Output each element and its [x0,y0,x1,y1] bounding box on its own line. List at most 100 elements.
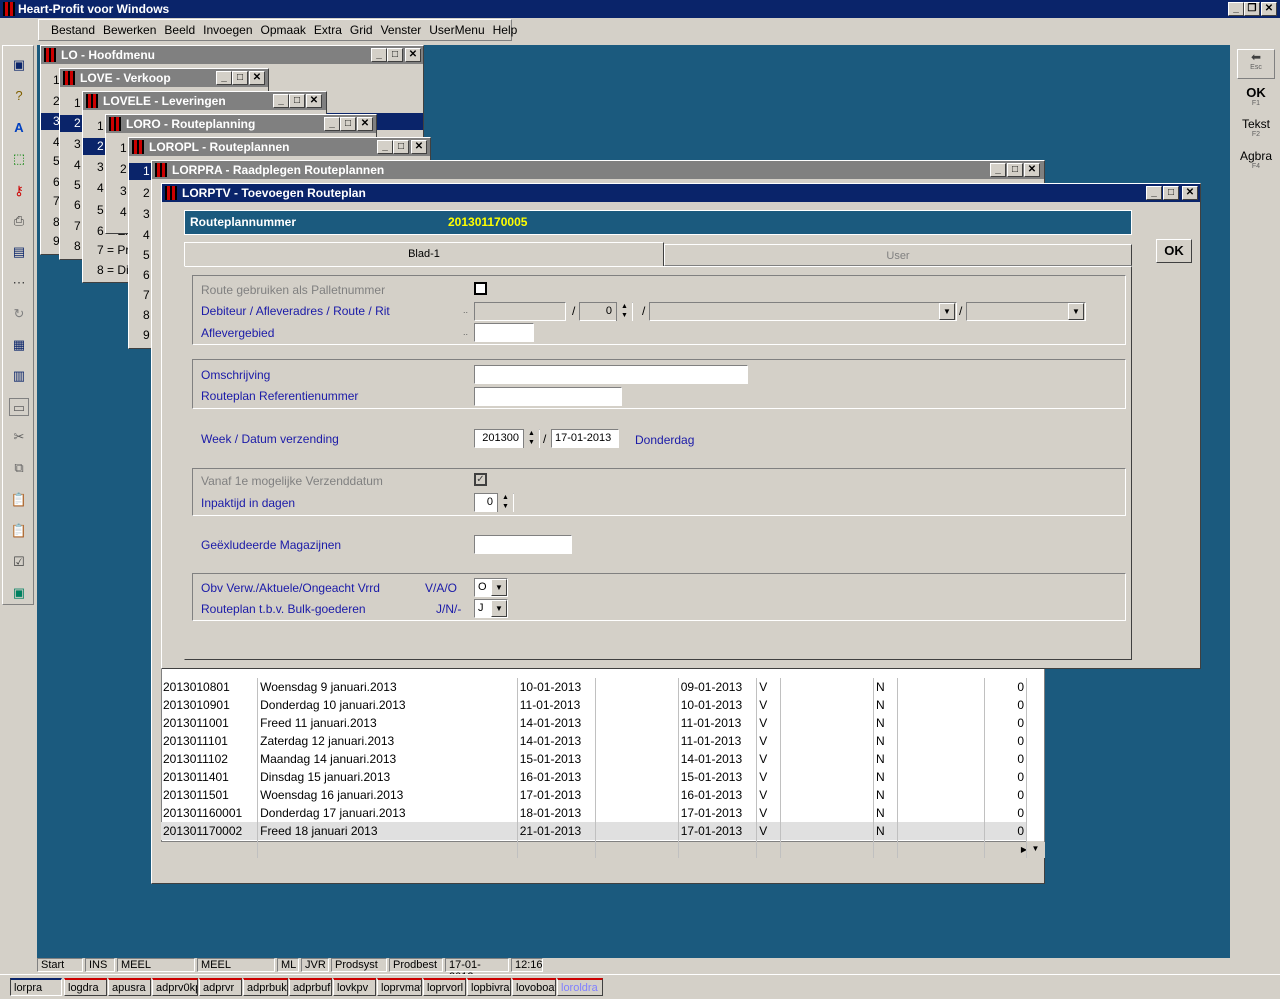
minimize-button[interactable]: _ [377,140,393,154]
route-select[interactable] [649,302,957,321]
close-button[interactable]: ✕ [405,48,421,62]
table-row[interactable]: 2013011102 Maandag 14 januari.2013 15-01-2… [161,750,1028,768]
restore-button[interactable]: ❐ [1244,2,1260,16]
menu-item[interactable]: 1 [120,141,127,155]
paste-special-icon[interactable]: 📋 [9,522,29,540]
task-lovkpv[interactable]: lovkpv [333,978,376,996]
close-button[interactable]: ✕ [1182,186,1198,200]
menu-item[interactable]: 2 [97,139,104,153]
menu-item[interactable]: 4 [74,158,81,172]
rit-dropdown-icon[interactable]: ▼ [1068,303,1084,320]
scroll-down-icon[interactable]: ▼ [1027,841,1044,857]
tab-user[interactable]: User [664,244,1132,266]
menu-item[interactable]: 4 [120,205,127,219]
edit-form-icon[interactable]: ▦ [9,336,29,354]
menu-item[interactable]: 6 [143,268,150,282]
menu-item[interactable]: 4 [143,228,150,242]
maximize-button[interactable]: □ [289,94,305,108]
ok-button[interactable]: OK [1156,239,1192,263]
close-button[interactable]: ✕ [249,71,265,85]
minimize-button[interactable]: _ [216,71,232,85]
table-row[interactable]: 2013011401 Dinsdag 15 januari.2013 16-01-2… [161,768,1028,786]
aflevergebied-field[interactable] [474,323,534,342]
menu-item[interactable]: 3 [97,160,104,174]
close-button[interactable]: ✕ [1261,2,1277,16]
obv-dropdown-icon[interactable]: ▼ [491,579,507,596]
maximize-button[interactable]: □ [1163,186,1179,200]
task-loprvmav[interactable]: loprvmav [377,978,422,996]
help-icon[interactable]: ? [9,87,29,105]
menu-item[interactable]: 5 [143,248,150,262]
debiteur-field[interactable] [474,302,566,321]
menu-item[interactable]: 3 [120,184,127,198]
menu-item[interactable]: 1 [74,96,81,110]
task-adprvr[interactable]: adprvr [199,978,242,996]
menu-item[interactable]: 8 [143,308,150,322]
refresh-icon[interactable]: ↻ [9,305,29,323]
print-icon[interactable]: ⎙ [9,212,29,230]
minimize-button[interactable]: _ [371,48,387,62]
minimize-button[interactable]: _ [324,117,340,131]
geexcludeerde-field[interactable] [474,535,572,554]
menu-extra[interactable]: Extra [310,23,346,37]
minimize-button[interactable]: _ [273,94,289,108]
menu-bestand[interactable]: Bestand [47,23,99,37]
tab-blad-1[interactable]: Blad-1 [184,242,664,267]
vanaf-checkbox[interactable]: ✓ [474,473,487,486]
form-icon[interactable]: ▤ [9,243,29,261]
menu-grid[interactable]: Grid [346,23,377,37]
task-adprv0kp[interactable]: adprv0kp [152,978,198,996]
menu-bewerken[interactable]: Bewerken [99,23,160,37]
task-loprvorl[interactable]: loprvorl [423,978,466,996]
close-button[interactable]: ✕ [357,117,373,131]
bulk-dropdown-icon[interactable]: ▼ [491,600,507,617]
task-lovoboaf[interactable]: lovoboaf [512,978,556,996]
menu-item[interactable]: 8 = Di [97,263,129,277]
chart-icon[interactable]: ▥ [9,367,29,385]
menu-item[interactable]: 8 [74,239,81,253]
task-logdra[interactable]: logdra [64,978,107,996]
menu-item[interactable]: 5 [74,178,81,192]
menu-item[interactable]: 5 [97,203,104,217]
menu-invoegen[interactable]: Invoegen [199,23,256,37]
task-lorpra[interactable]: lorpra [10,978,62,996]
datum-field[interactable]: 17-01-2013 [551,429,619,448]
menu-item[interactable]: 3 [143,207,150,221]
menu-item[interactable]: 2 [74,116,81,130]
menu-beeld[interactable]: Beeld [160,23,199,37]
menu-item[interactable]: 1 [143,164,150,178]
close-button[interactable]: ✕ [1024,163,1040,177]
menu-usermenu[interactable]: UserMenu [425,23,488,37]
key-icon[interactable]: ⚷ [9,182,29,200]
maximize-button[interactable]: □ [387,48,403,62]
minimize-button[interactable]: _ [1228,2,1244,16]
route-dropdown-icon[interactable]: ▼ [939,303,955,320]
maximize-button[interactable]: □ [232,71,248,85]
menu-venster[interactable]: Venster [377,23,426,37]
agbra-button[interactable]: Agbra F4 [1235,149,1277,175]
menu-item[interactable]: 7 = Pr [97,243,129,257]
minimize-button[interactable]: _ [1146,186,1162,200]
paste-icon[interactable]: 📋 [9,491,29,509]
week-spinner[interactable]: ▲ ▼ [523,429,539,448]
window-lorptv-toevoegen[interactable]: LORPTV - Toevoegen Routeplan _ □ ✕ Route… [161,183,1201,669]
copy-icon[interactable]: ⧉ [9,459,29,477]
menu-item[interactable]: 9 [143,328,150,342]
task-adprbufr[interactable]: adprbufr [289,978,332,996]
task-loroldra[interactable]: loroldra [557,978,603,996]
menu-item[interactable]: 2 [120,162,127,176]
table-row[interactable]: 2013010901 Donderdag 10 januari.2013 11-01… [161,696,1028,714]
minimize-button[interactable]: _ [990,163,1006,177]
table-row[interactable]: 2013011001 Freed 11 januari.2013 14-01-201… [161,714,1028,732]
task-apusra[interactable]: apusra [108,978,151,996]
window-icon[interactable]: ▣ [9,56,29,74]
tekst-button[interactable]: Tekst F2 [1235,117,1277,143]
menu-item[interactable]: 6 [74,198,81,212]
menu-item[interactable]: 7 [143,288,150,302]
maximize-button[interactable]: □ [1007,163,1023,177]
cut-icon[interactable]: ✂ [9,428,29,446]
referentie-field[interactable] [474,387,622,406]
folder-icon[interactable]: ⬚ [9,150,29,168]
table-row[interactable]: 2013011101 Zaterdag 12 januari.2013 14-01-… [161,732,1028,750]
menu-item[interactable]: 7 [74,219,81,233]
